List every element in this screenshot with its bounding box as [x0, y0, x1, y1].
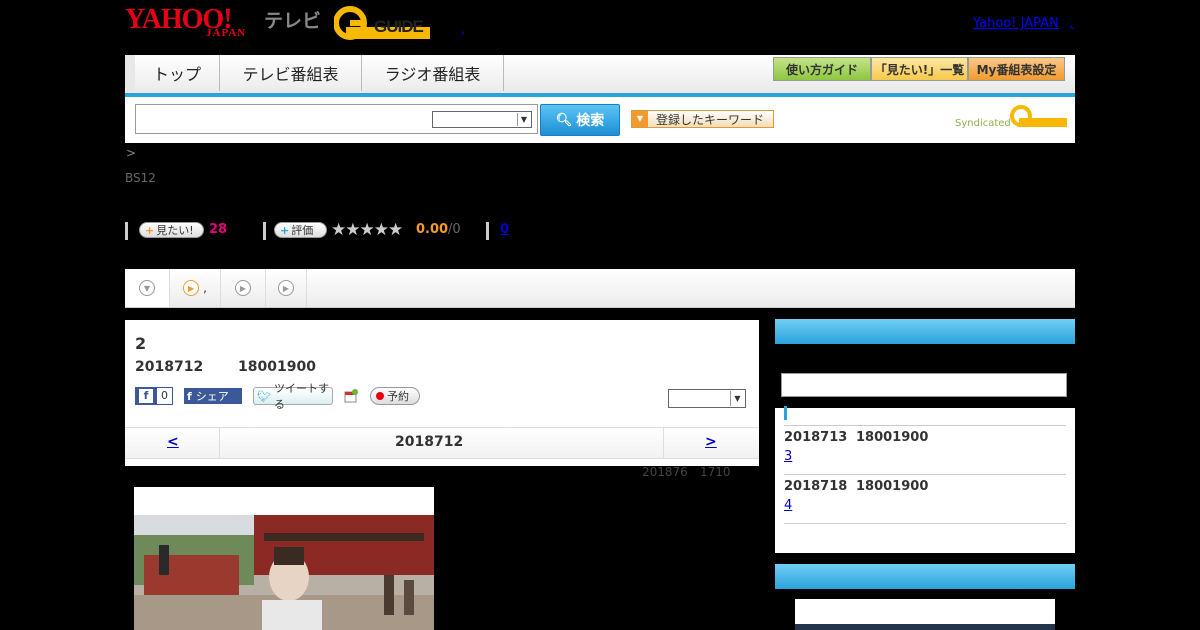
- yahoo-japan-link[interactable]: Yahoo! JAPAN: [973, 16, 1059, 31]
- subtab-2[interactable]: ▶ ,: [170, 269, 221, 307]
- search-icon: 🔍︎: [555, 112, 573, 128]
- divider: [784, 425, 1066, 426]
- registered-keyword-label: 登録したキーワード: [656, 112, 765, 127]
- rate-label: 評価: [291, 224, 314, 237]
- nav-tab-top[interactable]: トップ: [135, 55, 220, 91]
- broadcast-date: 2018712: [135, 359, 204, 375]
- subtab-1[interactable]: ▼: [125, 269, 170, 307]
- want-to-watch-label: 見たい!: [156, 224, 194, 237]
- divider: [784, 523, 1066, 524]
- search-button[interactable]: 🔍︎ 検索: [540, 104, 620, 136]
- gguide-logo-text: GUIDE: [374, 17, 424, 36]
- play-icon: ▶: [235, 280, 251, 296]
- play-icon: ▶: [183, 280, 200, 296]
- sidebar-header: [775, 564, 1075, 589]
- syndicated-badge: Syndicated: [955, 104, 1067, 129]
- tweet-button[interactable]: 🐦︎ ツイートする: [253, 382, 333, 411]
- current-date: 2018712: [395, 434, 464, 450]
- sidebar-header: [775, 319, 1075, 344]
- facebook-share-label: シェア: [195, 390, 229, 403]
- reviews-link[interactable]: 0: [500, 222, 509, 237]
- calendar-add-icon[interactable]: [344, 388, 358, 403]
- nav-tab-radio-schedule[interactable]: ラジオ番組表: [362, 55, 504, 91]
- sidebar-banner-image: [795, 624, 1055, 630]
- yahoo-japan-logo-text: JAPAN: [206, 27, 247, 39]
- header-link-separator[interactable]: ,: [1069, 16, 1073, 31]
- date-navigator: < 2018712 >: [125, 427, 759, 459]
- facebook-like-count: 0: [157, 388, 172, 404]
- upcoming-episode-link[interactable]: 4: [784, 498, 792, 513]
- prev-date-link[interactable]: <: [167, 434, 179, 450]
- sidebar-dark-band: [775, 344, 1075, 408]
- upcoming-time: 18001900: [856, 479, 929, 494]
- episode-title: 2: [135, 334, 147, 353]
- sidebar-panel-2: [775, 564, 1075, 630]
- twitter-bird-icon: 🐦︎: [257, 389, 271, 403]
- want-to-watch-list-button[interactable]: 「見たい!」一覧: [871, 57, 968, 81]
- facebook-like-button[interactable]: f 0: [135, 387, 173, 405]
- plus-icon: +: [280, 223, 290, 237]
- search-bar: ▼ 🔍︎ 検索 ▼ 登録したキーワード Syndicated: [125, 97, 1075, 143]
- upcoming-time: 18001900: [856, 430, 929, 445]
- divider: [125, 222, 128, 240]
- next-date-link[interactable]: >: [705, 434, 717, 450]
- program-image-frame: [134, 487, 434, 630]
- reserve-label: 予約: [387, 390, 409, 403]
- rating-stars: ★★★★★: [331, 220, 403, 240]
- program-subtabs: ▼ ▶ , ▶ ▶: [125, 269, 1075, 308]
- chevron-down-icon: ▼: [517, 113, 530, 126]
- gguide-logo[interactable]: GUIDE: [333, 5, 432, 41]
- nav-tab-tv-schedule[interactable]: テレビ番組表: [220, 55, 362, 91]
- upcoming-date: 2018713: [784, 430, 848, 445]
- gguide-small-logo-icon: [1010, 105, 1067, 127]
- tweet-label: ツイートする: [273, 382, 329, 411]
- record-dot-icon: [376, 392, 384, 400]
- plus-icon: +: [145, 223, 155, 237]
- divider: [486, 222, 489, 240]
- rating-value: 0.00: [416, 222, 449, 237]
- program-action-select[interactable]: ▼: [668, 389, 746, 408]
- upcoming-episode-link[interactable]: 3: [784, 449, 792, 464]
- rating-count: /0: [448, 222, 461, 237]
- subtab-2-label: ,: [203, 281, 207, 295]
- triangle-down-icon: ▼: [632, 111, 648, 127]
- divider: [663, 428, 664, 458]
- registered-keyword-button[interactable]: ▼ 登録したキーワード: [631, 110, 774, 128]
- facebook-icon: f: [139, 389, 153, 403]
- section-marker: [784, 406, 787, 420]
- updated-time: 1710: [700, 465, 731, 479]
- channel-name: BS12: [125, 171, 156, 185]
- tv-logo-text: テレビ: [264, 10, 322, 32]
- search-category-select[interactable]: ▼: [432, 111, 532, 128]
- chevron-down-icon: ▼: [139, 280, 155, 296]
- want-to-watch-count: 28: [209, 222, 228, 237]
- subtab-3[interactable]: ▶: [221, 269, 266, 307]
- divider: [784, 474, 1066, 475]
- divider: [263, 222, 266, 240]
- divider: [219, 428, 220, 458]
- my-schedule-settings-button[interactable]: My番組表設定: [968, 57, 1065, 81]
- breadcrumb[interactable]: >: [126, 146, 136, 160]
- header-small-link[interactable]: ,: [461, 22, 465, 36]
- reserve-button[interactable]: 予約: [370, 387, 420, 405]
- updated-date: 201876: [642, 465, 688, 479]
- broadcast-time: 18001900: [238, 359, 316, 375]
- sidebar-input[interactable]: [781, 373, 1067, 397]
- global-nav: トップ テレビ番組表 ラジオ番組表 使い方ガイド 「見たい!」一覧 My番組表設…: [125, 55, 1075, 97]
- subtab-4[interactable]: ▶: [266, 269, 307, 307]
- want-to-watch-button[interactable]: + 見たい!: [139, 222, 204, 238]
- play-icon: ▶: [278, 280, 294, 296]
- chevron-down-icon: ▼: [730, 391, 744, 406]
- program-detail-panel: 2 2018712 18001900 f 0 f シェア 🐦︎ ツイートする 予…: [125, 320, 759, 466]
- syndicated-label: Syndicated: [955, 118, 1011, 129]
- search-button-label: 検索: [576, 113, 605, 129]
- upcoming-date: 2018718: [784, 479, 848, 494]
- rate-button[interactable]: + 評価: [274, 222, 327, 238]
- upcoming-broadcasts-panel: 2018713 18001900 3 2018718 18001900 4: [775, 319, 1075, 553]
- facebook-icon: f: [187, 389, 192, 403]
- how-to-guide-button[interactable]: 使い方ガイド: [773, 57, 871, 81]
- facebook-share-button[interactable]: f シェア: [184, 388, 242, 404]
- program-photo: [134, 515, 434, 630]
- sidebar-banner[interactable]: [795, 599, 1055, 624]
